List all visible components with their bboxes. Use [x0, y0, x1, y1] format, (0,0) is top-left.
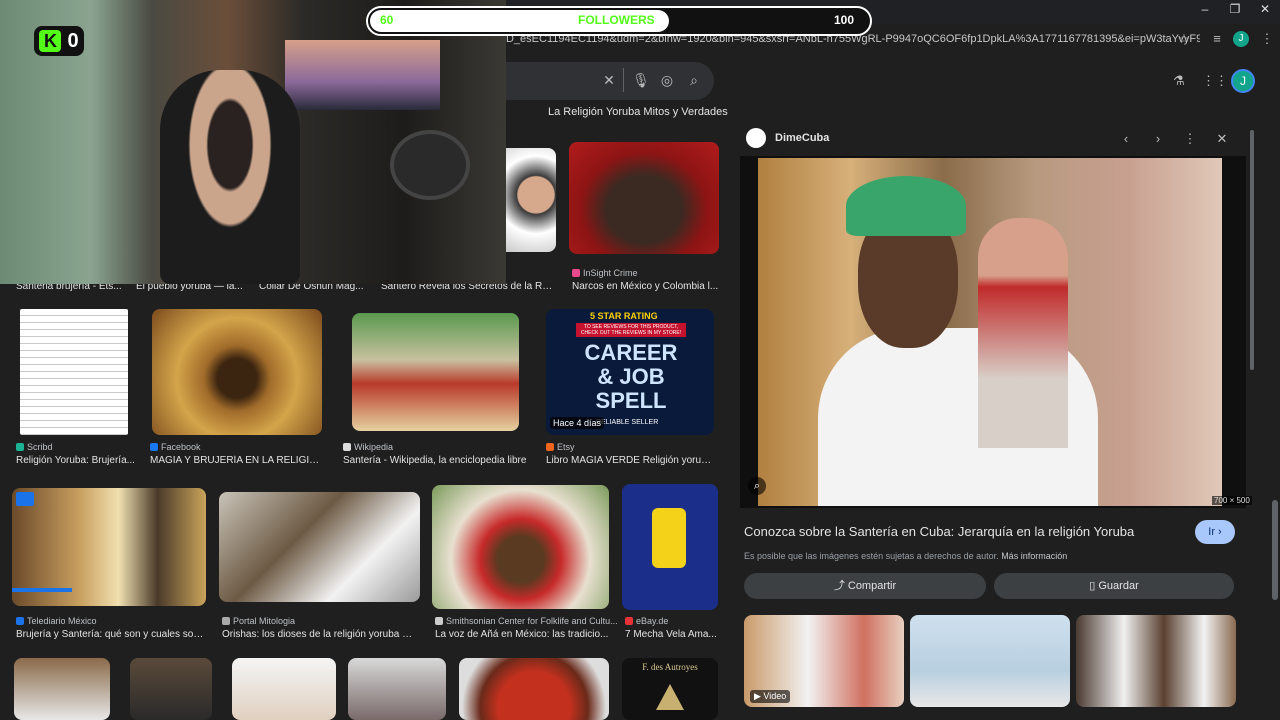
- result-caption[interactable]: Santería - Wikipedia, la enciclopedia li…: [343, 455, 528, 466]
- yellow-candle: [652, 508, 686, 568]
- voice-search-icon[interactable]: 🎙: [632, 72, 650, 90]
- green-cap: [846, 176, 966, 236]
- clear-search-icon[interactable]: ✕: [600, 72, 618, 90]
- bookmark-icon: ▯: [1089, 580, 1099, 592]
- result-source: Telediario México: [16, 616, 97, 626]
- search-icon[interactable]: ⌕: [685, 72, 703, 90]
- labs-flask-icon[interactable]: ⚗: [1170, 72, 1188, 90]
- result-image[interactable]: [152, 309, 322, 435]
- result-source: eBay.de: [625, 616, 668, 626]
- result-source: Etsy: [546, 442, 575, 452]
- result-source: Smithsonian Center for Folklife and Cult…: [435, 616, 618, 626]
- result-image[interactable]: [459, 658, 609, 720]
- previous-image-icon[interactable]: ‹: [1117, 130, 1135, 148]
- result-image[interactable]: [130, 658, 212, 720]
- next-image-icon[interactable]: ›: [1149, 130, 1167, 148]
- result-image[interactable]: [622, 484, 718, 610]
- result-caption[interactable]: MAGIA Y BRUJERÍA EN LA RELIGIÓ...: [150, 455, 325, 466]
- result-source: InSight Crime: [572, 268, 638, 278]
- related-image[interactable]: [1076, 615, 1236, 707]
- close-window-icon[interactable]: ✕: [1250, 0, 1280, 18]
- result-image[interactable]: [432, 485, 609, 609]
- poster-subtitle: RELIABLE SELLER: [596, 419, 659, 426]
- statue: [978, 218, 1068, 448]
- share-icon: ⤴: [833, 580, 848, 592]
- result-image[interactable]: [352, 313, 519, 431]
- related-image[interactable]: ▶ Video: [744, 615, 904, 707]
- telediario-logo: [16, 492, 34, 506]
- result-source: Scribd: [16, 442, 53, 452]
- browser-menu-icon[interactable]: ⋮: [1258, 30, 1276, 48]
- result-image[interactable]: [12, 488, 206, 606]
- result-caption[interactable]: Narcos en México y Colombia l...: [572, 281, 720, 292]
- poster-title: CAREER & JOB SPELL: [584, 340, 678, 413]
- more-options-icon[interactable]: ⋮: [1181, 130, 1199, 148]
- date-badge: Hace 4 días: [550, 417, 605, 429]
- lens-search-icon[interactable]: ◎: [658, 72, 676, 90]
- follower-goal-bar: 60 FOLLOWERS 100: [366, 6, 872, 36]
- result-image[interactable]: [20, 309, 128, 435]
- pyramid-eye-icon: [656, 684, 684, 710]
- visit-label: Ir: [1208, 526, 1215, 538]
- save-button[interactable]: ▯ Guardar: [994, 573, 1234, 599]
- site-name[interactable]: DimeCuba: [775, 132, 829, 144]
- share-button[interactable]: ⤴ Compartir: [744, 573, 986, 599]
- result-image[interactable]: [569, 142, 719, 254]
- image-dimensions: 700 × 500: [1212, 496, 1252, 505]
- related-image[interactable]: [910, 615, 1070, 707]
- result-image-etsy[interactable]: 5 STAR RATING TO SEE REVIEWS FOR THIS PR…: [546, 309, 714, 435]
- more-info-link[interactable]: Más información: [1001, 551, 1067, 561]
- kick-badge: K 0: [34, 26, 84, 56]
- minimize-icon[interactable]: –: [1190, 0, 1220, 18]
- site-favicon: [746, 128, 766, 148]
- kick-count: 0: [67, 29, 79, 52]
- poster-star-rating: 5 STAR RATING: [590, 311, 658, 321]
- reading-list-icon[interactable]: ≡: [1208, 30, 1226, 48]
- result-image[interactable]: [348, 658, 446, 720]
- result-image[interactable]: [232, 658, 336, 720]
- follower-label: FOLLOWERS: [578, 13, 655, 27]
- panel-scrollbar[interactable]: [1250, 130, 1254, 370]
- result-caption[interactable]: La voz de Añá en México: las tradicio...: [435, 629, 610, 640]
- follower-goal: 100: [834, 13, 855, 27]
- book-author: F. des Autroyes: [642, 662, 698, 672]
- preview-image[interactable]: [758, 158, 1222, 506]
- result-source: Wikipedia: [343, 442, 393, 452]
- result-image[interactable]: F. des Autroyes: [622, 658, 718, 720]
- copyright-text: Es posible que las imágenes estén sujeta…: [744, 551, 999, 561]
- page-scrollbar[interactable]: [1272, 500, 1278, 600]
- tv-screen: [285, 40, 440, 110]
- copyright-notice: Es posible que las imágenes estén sujeta…: [744, 551, 1067, 561]
- share-label: Compartir: [847, 580, 897, 592]
- preview-title[interactable]: Conozca sobre la Santería en Cuba: Jerar…: [744, 524, 1189, 539]
- result-caption[interactable]: Religión Yoruba: Brujería...: [16, 455, 136, 466]
- save-label: Guardar: [1098, 580, 1139, 592]
- result-image[interactable]: [219, 492, 420, 602]
- result-caption[interactable]: 7 Mecha Vela Ama...: [625, 629, 718, 640]
- restore-icon[interactable]: ❐: [1220, 0, 1250, 18]
- search-divider: [623, 68, 624, 92]
- microphone: [390, 130, 470, 200]
- kick-logo-icon: K: [39, 30, 62, 52]
- lens-icon[interactable]: ⌕: [748, 477, 766, 495]
- apps-grid-icon[interactable]: ⋮⋮: [1202, 72, 1228, 90]
- visit-button[interactable]: Ir ›: [1195, 520, 1235, 544]
- result-image[interactable]: [506, 148, 556, 252]
- result-source: Portal Mitologia: [222, 616, 295, 626]
- close-panel-icon[interactable]: ✕: [1213, 130, 1231, 148]
- follower-current: 60: [380, 13, 394, 27]
- video-badge: ▶ Video: [750, 690, 791, 703]
- poster-top-text: TO SEE REVIEWS FOR THIS PRODUCT, CHECK O…: [576, 323, 686, 337]
- bookmark-star-icon[interactable]: ☆: [1175, 30, 1193, 48]
- related-search-chip[interactable]: La Religión Yoruba Mitos y Verdades: [548, 106, 728, 118]
- result-caption[interactable]: Brujería y Santería: qué son y cuales so…: [16, 629, 206, 640]
- result-caption[interactable]: Orishas: los dioses de la religión yorub…: [222, 629, 417, 640]
- google-account-avatar[interactable]: J: [1231, 69, 1255, 93]
- video-progress: [12, 588, 72, 592]
- result-source: Facebook: [150, 442, 201, 452]
- streamer: [160, 70, 300, 284]
- result-caption[interactable]: Libro MAGIA VERDE Religión yoruba...: [546, 455, 716, 466]
- result-image[interactable]: [14, 658, 110, 720]
- profile-avatar[interactable]: J: [1233, 31, 1249, 47]
